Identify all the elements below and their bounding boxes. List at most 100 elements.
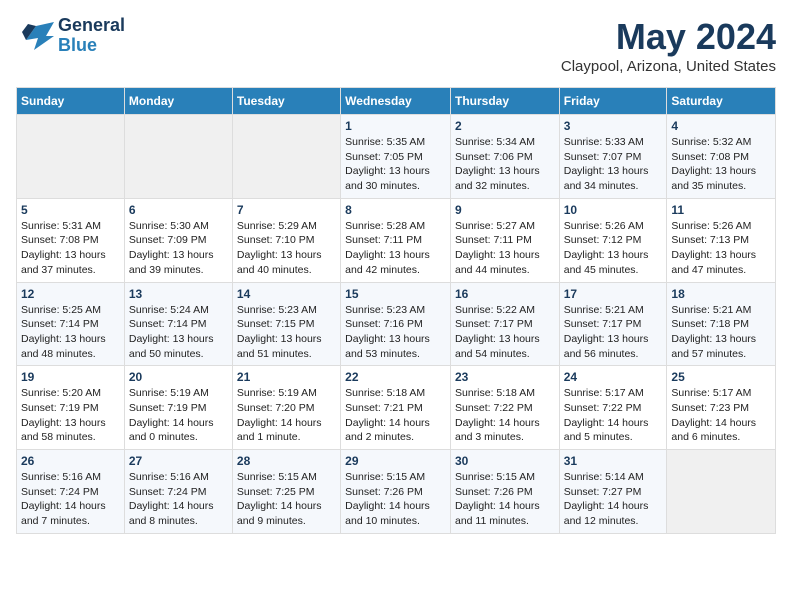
- day-info: Sunrise: 5:14 AM Sunset: 7:27 PM Dayligh…: [564, 470, 663, 529]
- calendar-cell: 11 Sunrise: 5:26 AM Sunset: 7:13 PM Dayli…: [667, 198, 776, 282]
- weekday-header-thursday: Thursday: [450, 88, 559, 115]
- logo-blue: Blue: [58, 36, 125, 56]
- calendar-cell: 1 Sunrise: 5:35 AM Sunset: 7:05 PM Daylig…: [341, 115, 451, 199]
- day-number: 15: [345, 287, 446, 301]
- calendar-cell: 31 Sunrise: 5:14 AM Sunset: 7:27 PM Dayli…: [559, 450, 667, 534]
- calendar-cell: 23Sunrise: 5:18 AM Sunset: 7:22 PM Dayli…: [450, 366, 559, 450]
- day-number: 25: [671, 370, 771, 384]
- calendar-cell: 27Sunrise: 5:16 AM Sunset: 7:24 PM Dayli…: [124, 450, 232, 534]
- day-info: Sunrise: 5:34 AM Sunset: 7:06 PM Dayligh…: [455, 135, 555, 194]
- day-info: Sunrise: 5:20 AM Sunset: 7:19 PM Dayligh…: [21, 386, 120, 445]
- day-number: 26: [21, 454, 120, 468]
- day-number: 19: [21, 370, 120, 384]
- day-info: Sunrise: 5:30 AM Sunset: 7:09 PM Dayligh…: [129, 219, 228, 278]
- calendar-week-4: 19 Sunrise: 5:20 AM Sunset: 7:19 PM Dayli…: [17, 366, 776, 450]
- day-number: 22: [345, 370, 446, 384]
- calendar-cell: [667, 450, 776, 534]
- day-number: 13: [129, 287, 228, 301]
- day-number: 7: [237, 203, 336, 217]
- day-number: 12: [21, 287, 120, 301]
- day-info: Sunrise: 5:21 AM Sunset: 7:17 PM Dayligh…: [564, 303, 663, 362]
- weekday-header-row: SundayMondayTuesdayWednesdayThursdayFrid…: [17, 88, 776, 115]
- day-info: Sunrise: 5:28 AM Sunset: 7:11 PM Dayligh…: [345, 219, 446, 278]
- day-number: 1: [345, 119, 446, 133]
- day-number: 18: [671, 287, 771, 301]
- calendar-cell: 2 Sunrise: 5:34 AM Sunset: 7:06 PM Daylig…: [450, 115, 559, 199]
- calendar-cell: 21 Sunrise: 5:19 AM Sunset: 7:20 PM Dayli…: [232, 366, 340, 450]
- logo-general: General: [58, 16, 125, 36]
- day-number: 3: [564, 119, 663, 133]
- day-number: 16: [455, 287, 555, 301]
- day-info: Sunrise: 5:15 AM Sunset: 7:26 PM Dayligh…: [345, 470, 446, 529]
- title-area: May 2024 Claypool, Arizona, United State…: [561, 16, 776, 75]
- day-number: 5: [21, 203, 120, 217]
- calendar-cell: 28Sunrise: 5:15 AM Sunset: 7:25 PM Dayli…: [232, 450, 340, 534]
- weekday-header-wednesday: Wednesday: [341, 88, 451, 115]
- day-number: 2: [455, 119, 555, 133]
- calendar-cell: 18 Sunrise: 5:21 AM Sunset: 7:18 PM Dayli…: [667, 282, 776, 366]
- calendar-cell: 5Sunrise: 5:31 AM Sunset: 7:08 PM Daylig…: [17, 198, 125, 282]
- day-number: 14: [237, 287, 336, 301]
- day-info: Sunrise: 5:24 AM Sunset: 7:14 PM Dayligh…: [129, 303, 228, 362]
- weekday-header-friday: Friday: [559, 88, 667, 115]
- calendar-cell: 26 Sunrise: 5:16 AM Sunset: 7:24 PM Dayli…: [17, 450, 125, 534]
- day-info: Sunrise: 5:23 AM Sunset: 7:16 PM Dayligh…: [345, 303, 446, 362]
- day-number: 23: [455, 370, 555, 384]
- calendar-cell: [124, 115, 232, 199]
- day-number: 24: [564, 370, 663, 384]
- calendar-cell: 20Sunrise: 5:19 AM Sunset: 7:19 PM Dayli…: [124, 366, 232, 450]
- calendar-cell: 6Sunrise: 5:30 AM Sunset: 7:09 PM Daylig…: [124, 198, 232, 282]
- page-title: May 2024: [561, 16, 776, 58]
- calendar-cell: 24 Sunrise: 5:17 AM Sunset: 7:22 PM Dayli…: [559, 366, 667, 450]
- day-info: Sunrise: 5:19 AM Sunset: 7:19 PM Dayligh…: [129, 386, 228, 445]
- calendar-cell: 13 Sunrise: 5:24 AM Sunset: 7:14 PM Dayli…: [124, 282, 232, 366]
- day-info: Sunrise: 5:26 AM Sunset: 7:13 PM Dayligh…: [671, 219, 771, 278]
- day-number: 8: [345, 203, 446, 217]
- day-info: Sunrise: 5:33 AM Sunset: 7:07 PM Dayligh…: [564, 135, 663, 194]
- logo: General Blue: [16, 16, 125, 56]
- page-header: General Blue May 2024 Claypool, Arizona,…: [16, 16, 776, 75]
- calendar-cell: 30Sunrise: 5:15 AM Sunset: 7:26 PM Dayli…: [450, 450, 559, 534]
- weekday-header-sunday: Sunday: [17, 88, 125, 115]
- day-info: Sunrise: 5:18 AM Sunset: 7:21 PM Dayligh…: [345, 386, 446, 445]
- day-info: Sunrise: 5:35 AM Sunset: 7:05 PM Dayligh…: [345, 135, 446, 194]
- calendar-cell: 7 Sunrise: 5:29 AM Sunset: 7:10 PM Daylig…: [232, 198, 340, 282]
- day-info: Sunrise: 5:23 AM Sunset: 7:15 PM Dayligh…: [237, 303, 336, 362]
- day-info: Sunrise: 5:27 AM Sunset: 7:11 PM Dayligh…: [455, 219, 555, 278]
- calendar-week-2: 5Sunrise: 5:31 AM Sunset: 7:08 PM Daylig…: [17, 198, 776, 282]
- calendar-table: SundayMondayTuesdayWednesdayThursdayFrid…: [16, 87, 776, 534]
- day-number: 21: [237, 370, 336, 384]
- day-number: 11: [671, 203, 771, 217]
- day-info: Sunrise: 5:29 AM Sunset: 7:10 PM Dayligh…: [237, 219, 336, 278]
- day-info: Sunrise: 5:16 AM Sunset: 7:24 PM Dayligh…: [21, 470, 120, 529]
- day-info: Sunrise: 5:15 AM Sunset: 7:25 PM Dayligh…: [237, 470, 336, 529]
- day-info: Sunrise: 5:19 AM Sunset: 7:20 PM Dayligh…: [237, 386, 336, 445]
- day-number: 9: [455, 203, 555, 217]
- calendar-cell: [232, 115, 340, 199]
- weekday-header-tuesday: Tuesday: [232, 88, 340, 115]
- calendar-cell: 8 Sunrise: 5:28 AM Sunset: 7:11 PM Daylig…: [341, 198, 451, 282]
- calendar-cell: 14 Sunrise: 5:23 AM Sunset: 7:15 PM Dayli…: [232, 282, 340, 366]
- calendar-cell: 12Sunrise: 5:25 AM Sunset: 7:14 PM Dayli…: [17, 282, 125, 366]
- calendar-cell: 9 Sunrise: 5:27 AM Sunset: 7:11 PM Daylig…: [450, 198, 559, 282]
- calendar-week-5: 26 Sunrise: 5:16 AM Sunset: 7:24 PM Dayli…: [17, 450, 776, 534]
- calendar-cell: 4Sunrise: 5:32 AM Sunset: 7:08 PM Daylig…: [667, 115, 776, 199]
- calendar-cell: 10Sunrise: 5:26 AM Sunset: 7:12 PM Dayli…: [559, 198, 667, 282]
- calendar-cell: 19 Sunrise: 5:20 AM Sunset: 7:19 PM Dayli…: [17, 366, 125, 450]
- calendar-week-3: 12Sunrise: 5:25 AM Sunset: 7:14 PM Dayli…: [17, 282, 776, 366]
- day-info: Sunrise: 5:22 AM Sunset: 7:17 PM Dayligh…: [455, 303, 555, 362]
- day-info: Sunrise: 5:21 AM Sunset: 7:18 PM Dayligh…: [671, 303, 771, 362]
- calendar-cell: [17, 115, 125, 199]
- day-info: Sunrise: 5:17 AM Sunset: 7:22 PM Dayligh…: [564, 386, 663, 445]
- day-number: 29: [345, 454, 446, 468]
- day-info: Sunrise: 5:15 AM Sunset: 7:26 PM Dayligh…: [455, 470, 555, 529]
- day-number: 10: [564, 203, 663, 217]
- day-info: Sunrise: 5:17 AM Sunset: 7:23 PM Dayligh…: [671, 386, 771, 445]
- day-number: 31: [564, 454, 663, 468]
- calendar-cell: 22 Sunrise: 5:18 AM Sunset: 7:21 PM Dayli…: [341, 366, 451, 450]
- page-subtitle: Claypool, Arizona, United States: [561, 58, 776, 75]
- day-number: 4: [671, 119, 771, 133]
- weekday-header-monday: Monday: [124, 88, 232, 115]
- day-info: Sunrise: 5:16 AM Sunset: 7:24 PM Dayligh…: [129, 470, 228, 529]
- calendar-cell: 16 Sunrise: 5:22 AM Sunset: 7:17 PM Dayli…: [450, 282, 559, 366]
